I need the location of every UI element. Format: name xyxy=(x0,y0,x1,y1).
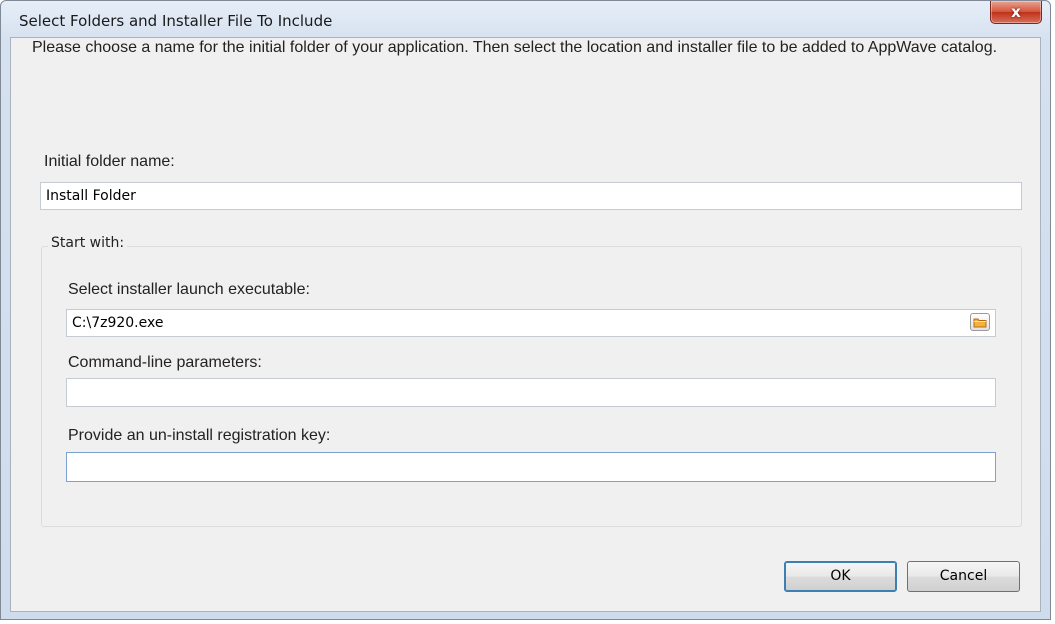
start-with-label: Start with: xyxy=(48,235,128,251)
ok-button[interactable]: OK xyxy=(784,561,897,592)
title-bar[interactable]: Select Folders and Installer File To Inc… xyxy=(1,1,1050,37)
params-input[interactable] xyxy=(66,378,996,407)
initial-folder-input[interactable]: Install Folder xyxy=(40,182,1022,210)
uninstall-key-label: Provide an un-install registration key: xyxy=(68,427,331,444)
folder-icon xyxy=(973,318,987,328)
dialog-title: Select Folders and Installer File To Inc… xyxy=(19,12,333,30)
close-icon: x xyxy=(1011,2,1021,21)
installer-path-input[interactable]: C:\7z920.exe xyxy=(66,309,996,337)
cancel-button[interactable]: Cancel xyxy=(907,561,1020,592)
browse-folder-button[interactable] xyxy=(970,313,990,331)
uninstall-key-input[interactable] xyxy=(66,452,996,482)
params-label: Command-line parameters: xyxy=(68,354,262,371)
initial-folder-label: Initial folder name: xyxy=(44,153,175,170)
installer-label: Select installer launch executable: xyxy=(68,281,310,298)
instructions-text: Please choose a name for the initial fol… xyxy=(32,39,998,56)
close-button[interactable]: x xyxy=(990,1,1042,24)
